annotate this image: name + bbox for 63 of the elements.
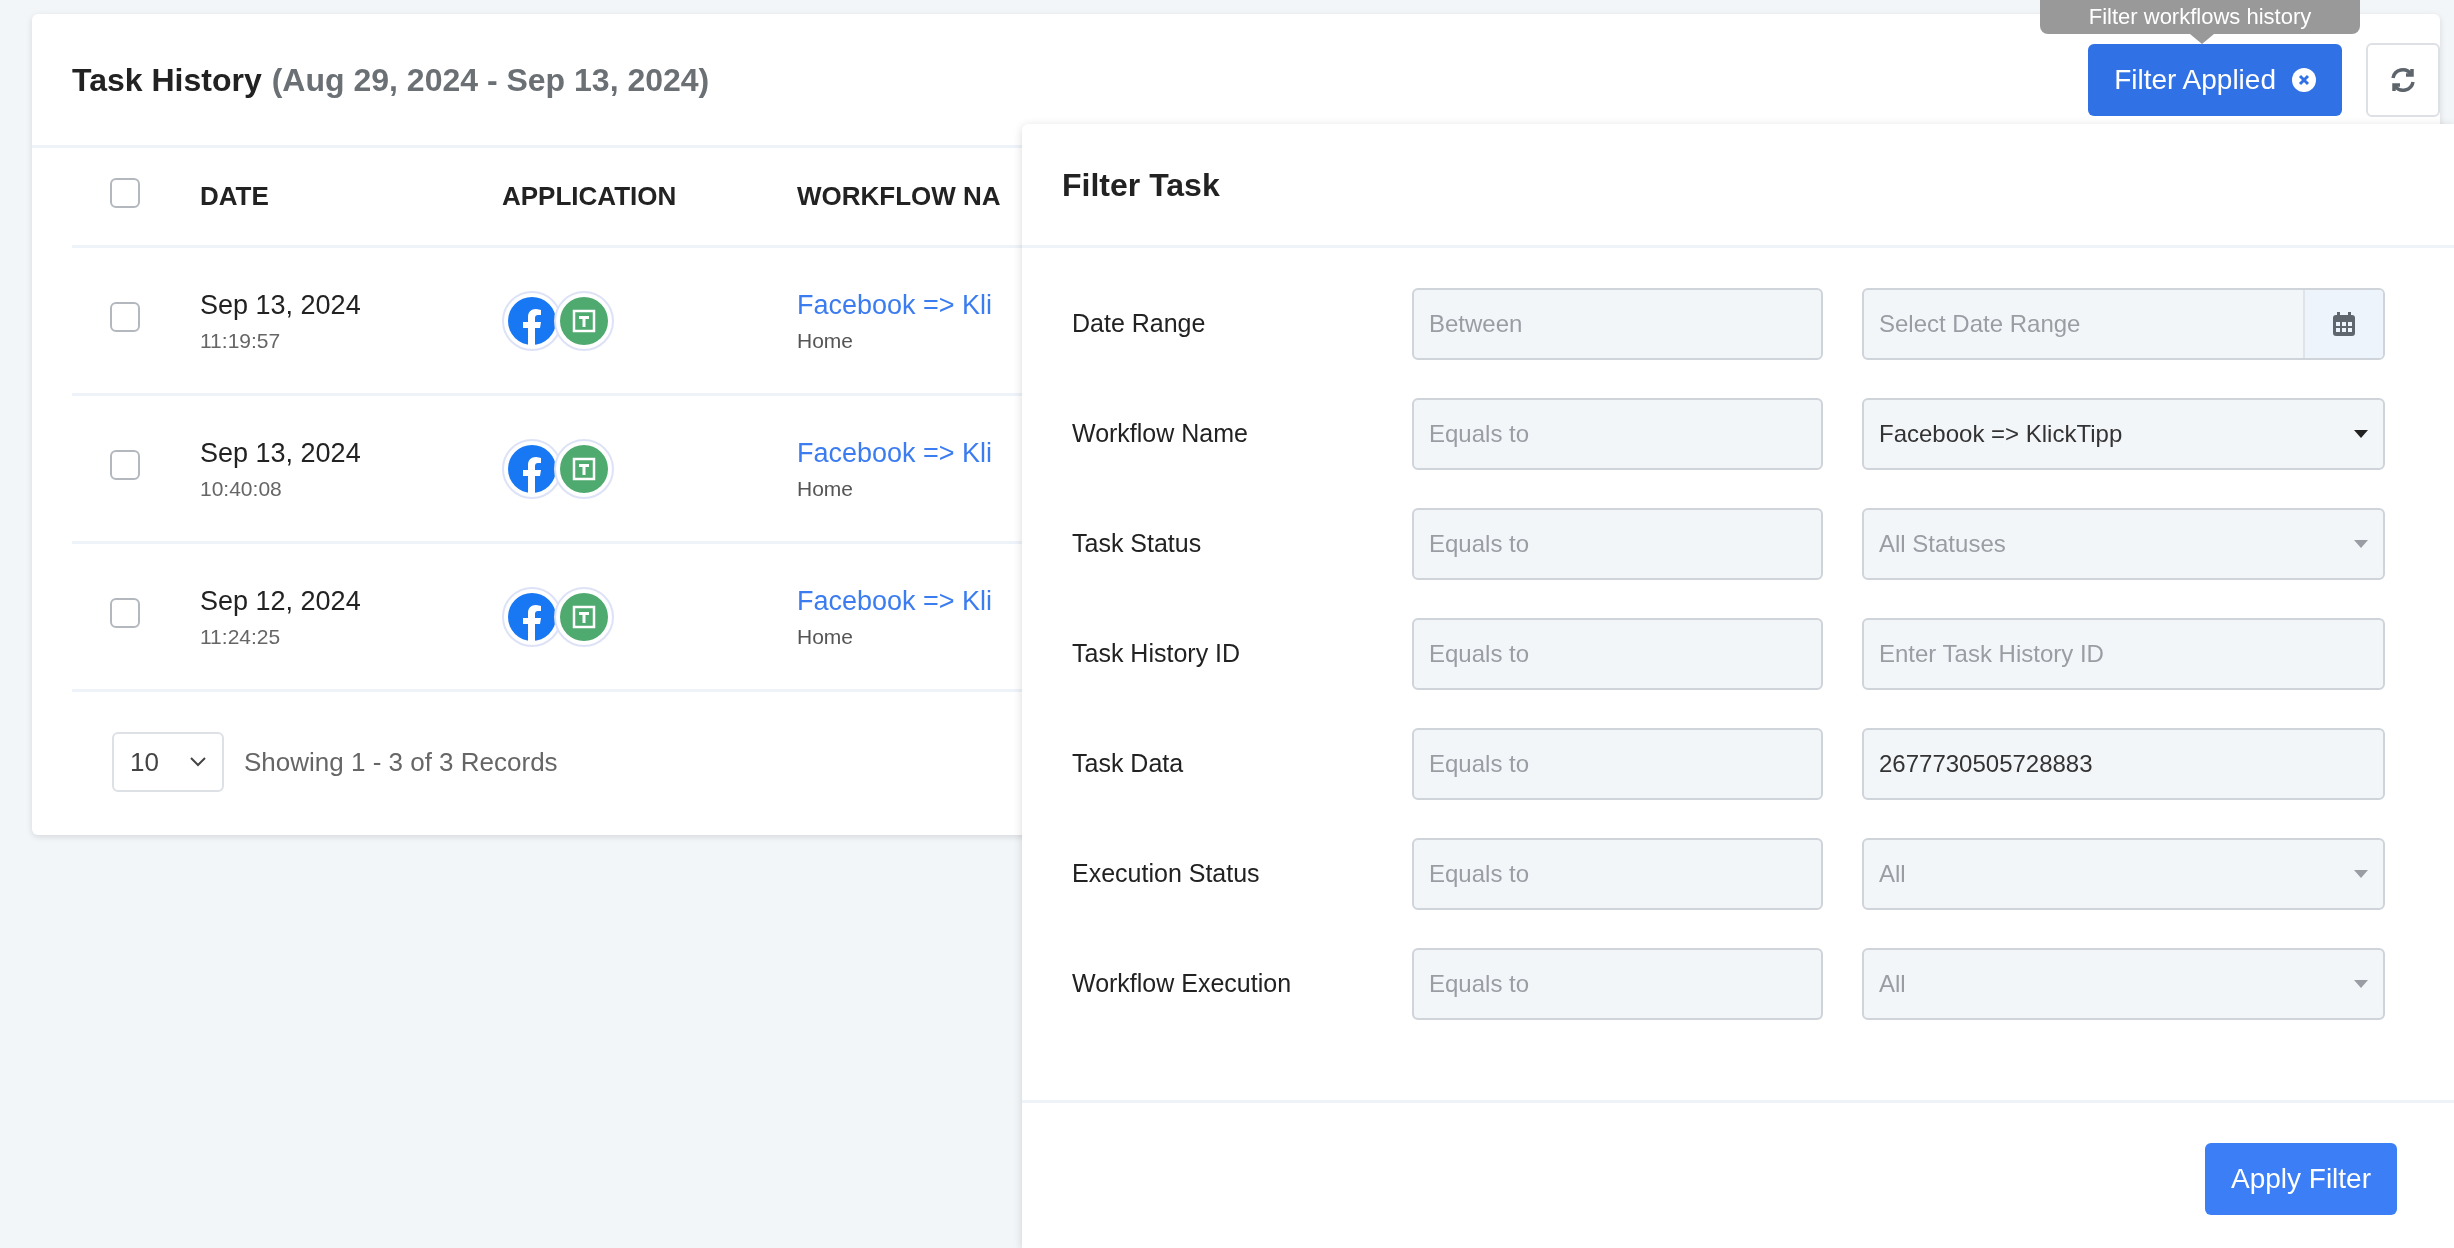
square-t-icon <box>560 592 608 641</box>
checkbox[interactable] <box>110 450 140 480</box>
text-field[interactable]: 2677730505728883 <box>1862 728 2385 800</box>
workflow-link[interactable]: Facebook => Kli <box>797 284 993 325</box>
workflow-folder: Home <box>797 476 855 502</box>
operator-field[interactable]: Equals to <box>1412 948 1823 1020</box>
square-t-icon <box>560 296 608 345</box>
page-size-select[interactable]: 10 <box>112 732 224 792</box>
caret-icon <box>2354 980 2368 988</box>
caret-icon <box>2354 870 2368 878</box>
workflow-folder: Home <box>797 328 855 354</box>
filter-label: Date Range <box>1072 308 1207 340</box>
task-date: Sep 12, 2024 <box>200 584 362 618</box>
filter-label: Task History ID <box>1072 638 1242 670</box>
column-header: APPLICATION <box>502 180 678 213</box>
caret-icon <box>2354 540 2368 548</box>
select-field[interactable]: Facebook => KlickTipp <box>1862 398 2385 470</box>
square-t-icon <box>560 444 608 493</box>
records-summary: Showing 1 - 3 of 3 Records <box>244 745 558 779</box>
workflow-folder: Home <box>797 624 855 650</box>
date-range-text: Select Date Range <box>1878 309 2082 339</box>
calendar-icon <box>2333 312 2355 336</box>
date-range-subtitle: (Aug 29, 2024 - Sep 13, 2024) <box>271 60 710 100</box>
checkbox[interactable] <box>110 302 140 332</box>
apply-filter-button[interactable]: Apply Filter <box>2204 1143 2397 1215</box>
column-header: DATE <box>200 180 270 213</box>
filter-label: Task Data <box>1072 748 1185 780</box>
operator-field[interactable]: Equals to <box>1412 508 1823 580</box>
operator-field[interactable]: Equals to <box>1412 838 1823 910</box>
operator-field[interactable]: Equals to <box>1412 728 1823 800</box>
filter-label: Execution Status <box>1072 858 1261 890</box>
filter-label: Workflow Name <box>1072 418 1249 450</box>
task-time: 11:24:25 <box>200 624 282 650</box>
refresh-icon <box>2389 65 2417 94</box>
filter-label: Workflow Execution <box>1072 968 1293 1000</box>
select-field[interactable]: All <box>1862 838 2385 910</box>
clear-filter-icon[interactable] <box>2292 67 2316 92</box>
workflow-link[interactable]: Facebook => Kli <box>797 580 993 621</box>
caret-icon <box>2354 430 2368 438</box>
select-field[interactable]: All Statuses <box>1862 508 2385 580</box>
checkbox[interactable] <box>110 178 140 208</box>
task-time: 10:40:08 <box>200 476 283 502</box>
refresh-button[interactable] <box>2366 42 2440 117</box>
calendar-button[interactable] <box>2303 290 2383 358</box>
task-date: Sep 13, 2024 <box>200 288 362 322</box>
tooltip-arrow <box>2190 34 2214 44</box>
operator-field[interactable]: Equals to <box>1412 398 1823 470</box>
column-header: WORKFLOW NA <box>797 180 1001 213</box>
task-time: 11:19:57 <box>200 328 282 354</box>
text-field[interactable]: Enter Task History ID <box>1862 618 2385 690</box>
task-date: Sep 13, 2024 <box>200 436 362 470</box>
chevron-down-icon <box>190 757 206 767</box>
checkbox[interactable] <box>110 598 140 628</box>
filter-label: Task Status <box>1072 528 1203 560</box>
operator-field[interactable]: Equals to <box>1412 618 1823 690</box>
operator-field[interactable]: Between <box>1412 288 1823 360</box>
select-field[interactable]: All <box>1862 948 2385 1020</box>
tooltip: Filter workflows history <box>2040 0 2360 34</box>
date-range-field[interactable]: Select Date Range <box>1862 288 2385 360</box>
panel-title: Filter Task <box>1062 165 1220 205</box>
workflow-link[interactable]: Facebook => Kli <box>797 432 993 473</box>
page-title: Task History <box>72 60 262 100</box>
filter-applied-button[interactable]: Filter Applied <box>2088 43 2342 116</box>
